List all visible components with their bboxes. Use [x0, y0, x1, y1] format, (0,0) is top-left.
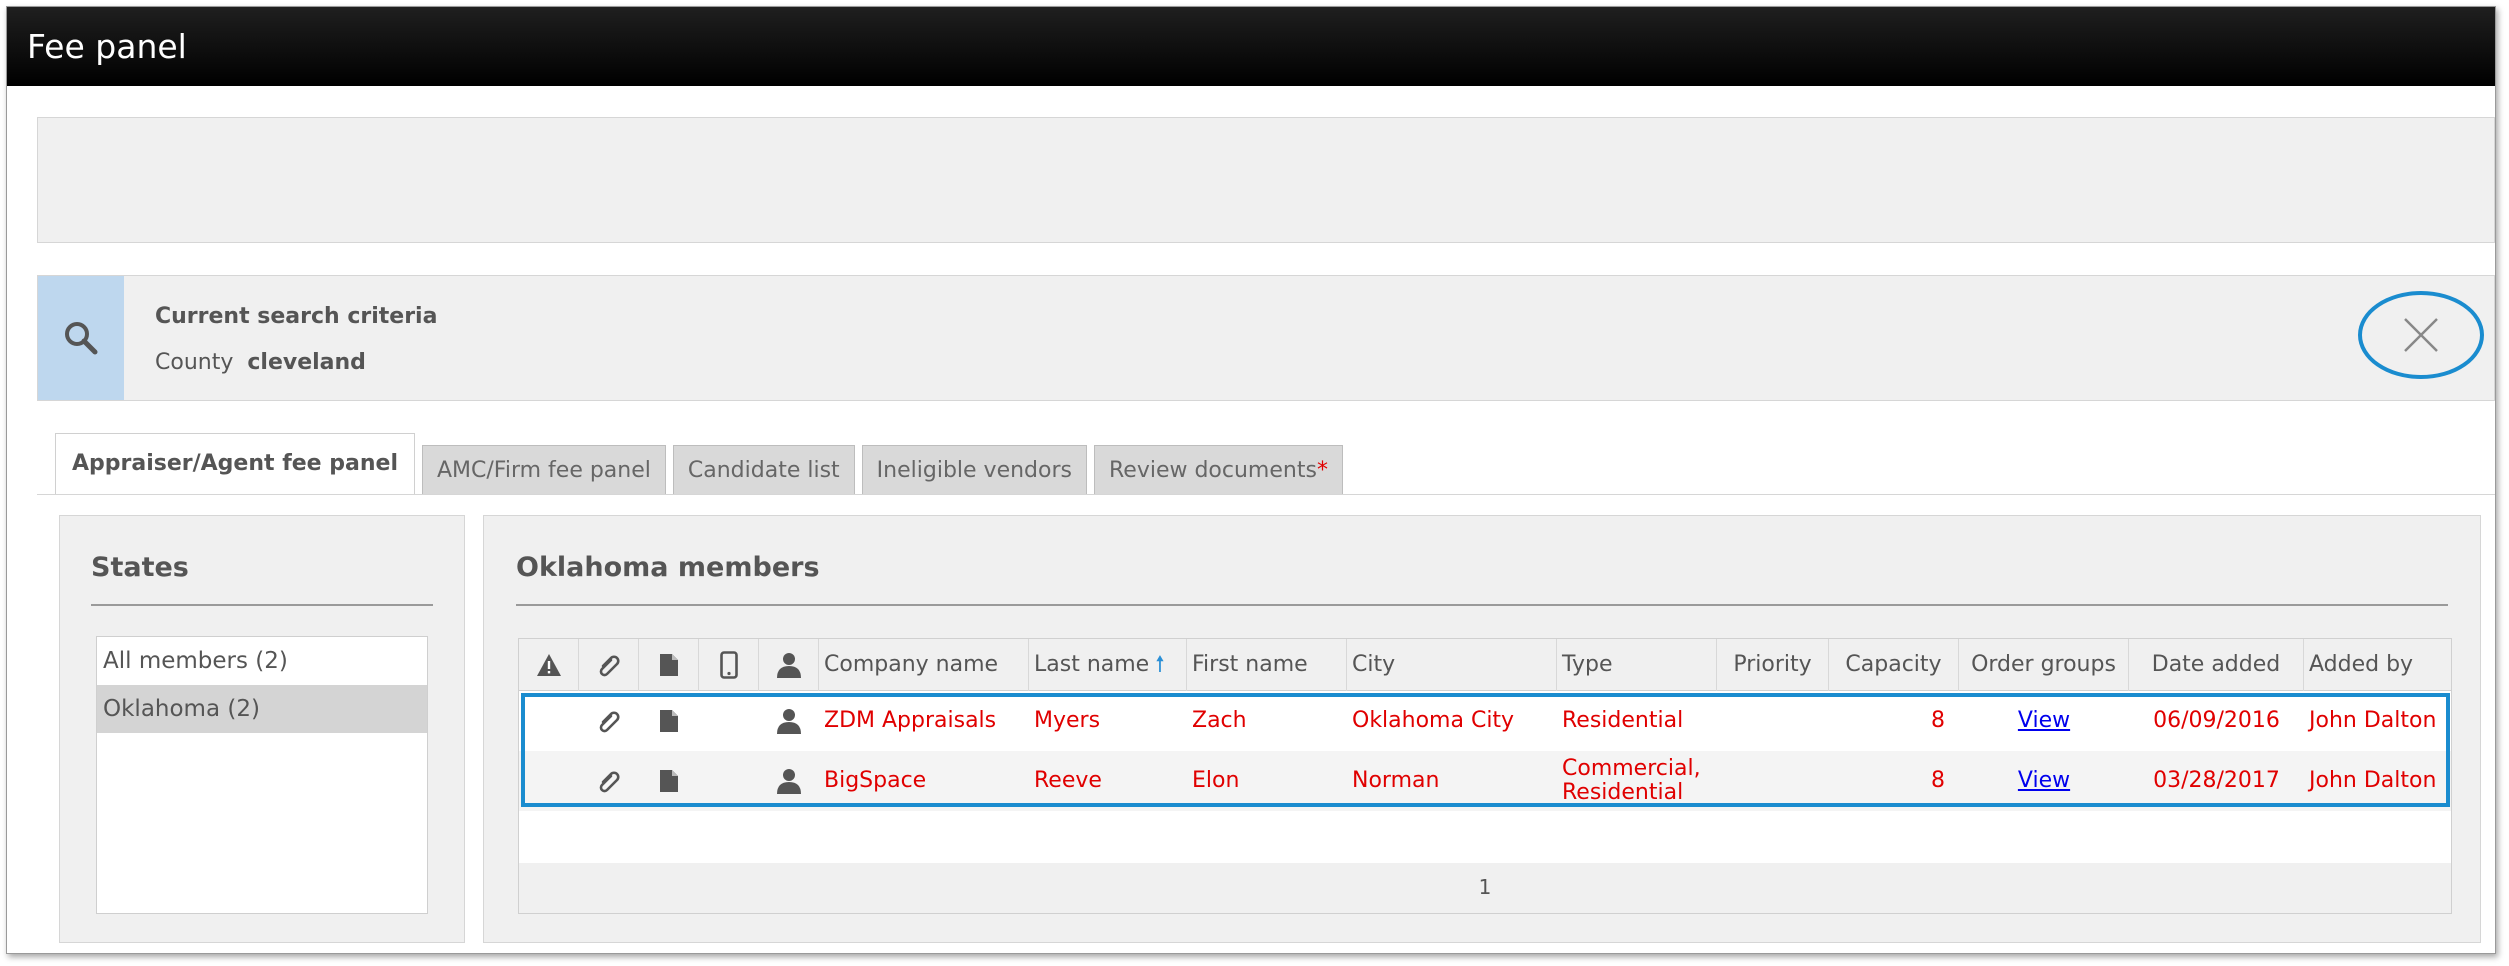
document-icon	[659, 654, 678, 676]
col-document[interactable]	[639, 639, 699, 691]
tab-appraiser-agent-fee-panel[interactable]: Appraiser/Agent fee panel	[55, 433, 415, 495]
cell-first-name: Zach	[1192, 708, 1247, 733]
person-icon	[776, 653, 801, 678]
search-icon	[65, 322, 98, 355]
document-icon	[660, 770, 678, 792]
order-groups-view-link[interactable]: View	[1959, 691, 2129, 751]
clear-criteria-button[interactable]	[2358, 291, 2484, 379]
state-item-all-members[interactable]: All members (2)	[97, 637, 427, 685]
cell-city: Norman	[1352, 768, 1440, 793]
col-first-name[interactable]: First name	[1187, 639, 1347, 691]
filter-area	[37, 117, 2495, 243]
members-title: Oklahoma members	[516, 552, 820, 583]
members-divider	[516, 604, 2448, 606]
col-last-name-label: Last name	[1034, 652, 1150, 677]
document-icon	[660, 710, 678, 732]
phone-icon	[719, 651, 738, 679]
col-order-groups[interactable]: Order groups	[1959, 639, 2129, 691]
table-row[interactable]: ZDM Appraisals Myers Zach Oklahoma City …	[519, 691, 2451, 751]
required-marker: *	[1316, 458, 1328, 483]
cell-date-added: 06/09/2016	[2153, 708, 2280, 733]
grid-header: Company name Last name 🠕 First name City …	[519, 639, 2451, 691]
criteria-title: Current search criteria	[155, 304, 438, 329]
close-icon	[2404, 318, 2438, 352]
criteria-field-label: County	[155, 350, 234, 375]
paperclip-icon	[599, 771, 620, 793]
col-priority[interactable]: Priority	[1717, 639, 1829, 691]
criteria-field-value: cleveland	[247, 350, 366, 375]
row-document[interactable]	[639, 751, 699, 811]
col-last-name[interactable]: Last name 🠕	[1029, 639, 1187, 691]
col-person[interactable]	[759, 639, 819, 691]
paperclip-icon	[599, 655, 620, 677]
row-person[interactable]	[759, 691, 819, 751]
row-person[interactable]	[759, 751, 819, 811]
cell-last-name: Reeve	[1034, 768, 1102, 793]
tab-bar: Appraiser/Agent fee panel AMC/Firm fee p…	[55, 433, 1350, 495]
col-warning[interactable]	[519, 639, 579, 691]
col-phone[interactable]	[699, 639, 759, 691]
cell-capacity: 8	[1931, 708, 1945, 733]
cell-company: ZDM Appraisals	[824, 708, 997, 733]
states-divider	[91, 604, 433, 606]
states-panel: States All members (2) Oklahoma (2)	[59, 515, 465, 943]
cell-type: Commercial, Residential	[1562, 756, 1701, 805]
window-title: Fee panel	[7, 7, 2495, 86]
col-type[interactable]: Type	[1557, 639, 1717, 691]
members-panel: Oklahoma members Company name Last name …	[483, 515, 2481, 943]
person-icon	[777, 709, 801, 734]
cell-city: Oklahoma City	[1352, 708, 1515, 733]
cell-type: Residential	[1562, 708, 1684, 733]
page-number[interactable]: 1	[1479, 875, 1492, 899]
cell-capacity: 8	[1931, 768, 1945, 793]
sort-ascending-icon: 🠕	[1155, 652, 1165, 677]
col-attachment[interactable]	[579, 639, 639, 691]
table-row[interactable]: BigSpace Reeve Elon Norman Commercial, R…	[519, 751, 2451, 811]
cell-first-name: Elon	[1192, 768, 1240, 793]
members-grid: Company name Last name 🠕 First name City …	[518, 638, 2452, 914]
cell-added-by: John Dalton	[2309, 768, 2437, 793]
row-document[interactable]	[639, 691, 699, 751]
state-list: All members (2) Oklahoma (2)	[96, 636, 428, 914]
col-city[interactable]: City	[1347, 639, 1557, 691]
cell-last-name: Myers	[1034, 708, 1101, 733]
person-icon	[777, 769, 801, 794]
col-company-name[interactable]: Company name	[819, 639, 1029, 691]
tab-review-documents[interactable]: Review documents*	[1093, 445, 1343, 495]
cell-added-by: John Dalton	[2309, 708, 2437, 733]
cell-priority	[1717, 691, 1829, 751]
search-criteria-bar: Current search criteria County cleveland	[37, 275, 2495, 401]
tab-ineligible-vendors[interactable]: Ineligible vendors	[861, 445, 1087, 495]
pagination: 1	[519, 863, 2451, 913]
paperclip-icon	[599, 711, 620, 733]
criteria-row: County cleveland	[155, 350, 366, 375]
tabs-divider	[37, 494, 2495, 495]
col-date-added[interactable]: Date added	[2129, 639, 2304, 691]
cell-company: BigSpace	[824, 768, 927, 793]
search-icon-box	[38, 276, 124, 400]
fee-panel-window: Fee panel Current search criteria County…	[6, 6, 2496, 954]
states-title: States	[91, 552, 189, 583]
warning-icon	[536, 654, 561, 676]
row-attachment[interactable]	[579, 751, 639, 811]
tab-amc-firm-fee-panel[interactable]: AMC/Firm fee panel	[421, 445, 666, 495]
cell-priority	[1717, 751, 1829, 811]
col-capacity[interactable]: Capacity	[1829, 639, 1959, 691]
row-attachment[interactable]	[579, 691, 639, 751]
col-added-by[interactable]: Added by	[2304, 639, 2453, 691]
order-groups-view-link[interactable]: View	[1959, 751, 2129, 811]
tab-candidate-list[interactable]: Candidate list	[672, 445, 855, 495]
tab-review-documents-label: Review documents	[1108, 458, 1317, 483]
cell-date-added: 03/28/2017	[2153, 768, 2280, 793]
state-item-oklahoma[interactable]: Oklahoma (2)	[97, 685, 427, 733]
